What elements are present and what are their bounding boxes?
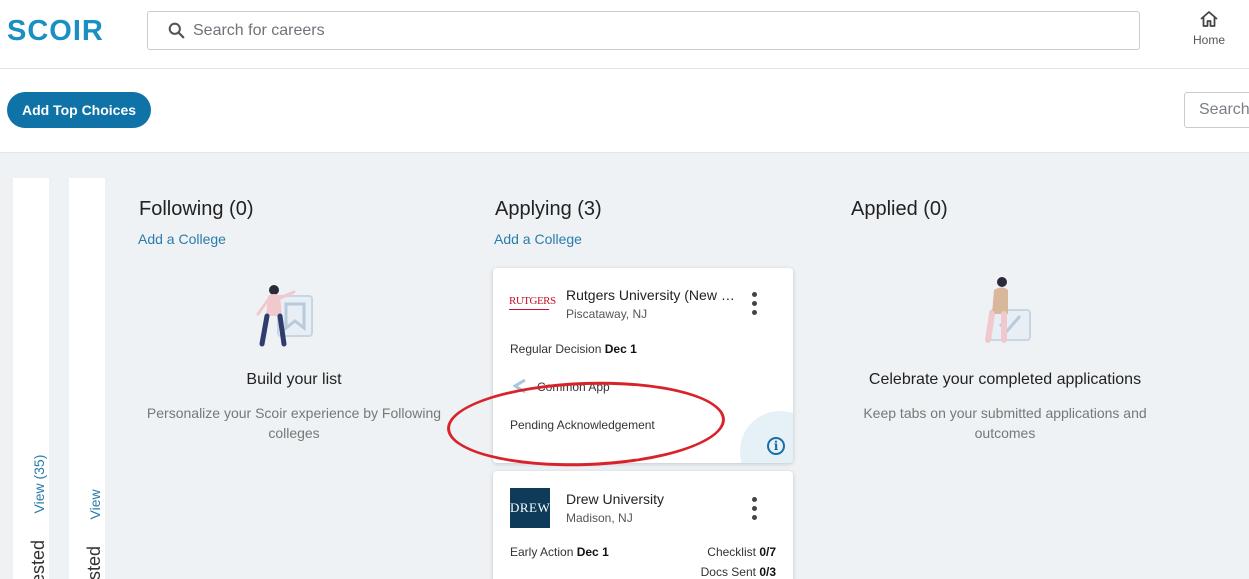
add-top-choices-button[interactable]: Add Top Choices	[7, 92, 151, 128]
side-tab-interested[interactable]: erested View (35)	[13, 178, 49, 579]
side-tab-label: gested	[84, 545, 104, 579]
following-empty-title: Build your list	[246, 371, 342, 388]
docs-label: Docs Sent	[700, 565, 756, 579]
checklist-progress: Checklist 0/7	[707, 545, 776, 559]
more-options-icon[interactable]	[749, 497, 759, 525]
scoir-logo[interactable]: SCOIR	[7, 15, 104, 48]
college-location: Piscataway, NJ	[566, 307, 648, 321]
celebrate-illustration	[985, 277, 1031, 343]
rutgers-logo-text: RUTGERS	[509, 295, 556, 307]
logo-rule	[509, 309, 549, 310]
college-card-drew[interactable]: DREW Drew University Madison, NJ Early A…	[493, 471, 793, 579]
action-row: Add Top Choices	[0, 69, 1249, 153]
decision-type: Early Action	[510, 545, 574, 559]
decision-deadline: Early Action Dec 1	[510, 545, 609, 559]
applied-title: Applied (0)	[851, 198, 948, 220]
search-icon	[168, 22, 185, 39]
home-nav[interactable]: Home	[1183, 10, 1235, 47]
college-name[interactable]: Drew University	[566, 491, 741, 507]
info-icon[interactable]: i	[767, 437, 785, 455]
applied-empty-title: Celebrate your completed applications	[868, 371, 1142, 388]
more-options-icon[interactable]	[749, 292, 759, 320]
side-tab-view-link[interactable]: View (35)	[31, 455, 47, 514]
following-title: Following (0)	[139, 198, 254, 220]
checklist-label: Checklist	[707, 545, 756, 559]
career-search[interactable]	[147, 11, 1140, 50]
info-corner-bg	[740, 411, 793, 463]
applying-add-college-link[interactable]: Add a College	[494, 231, 582, 247]
following-add-college-link[interactable]: Add a College	[138, 231, 226, 247]
applied-empty-desc: Keep tabs on your submitted applications…	[863, 405, 1147, 441]
decision-type: Regular Decision	[510, 342, 602, 356]
college-location: Madison, NJ	[566, 511, 633, 525]
build-list-illustration	[256, 285, 313, 347]
top-bar: SCOIR Home	[0, 0, 1249, 69]
docs-sent-progress: Docs Sent 0/3	[701, 565, 776, 579]
applying-title: Applying (3)	[495, 198, 602, 220]
docs-value: 0/3	[759, 565, 776, 579]
decision-deadline: Regular Decision Dec 1	[510, 342, 637, 356]
side-tab-view-link[interactable]: View	[87, 489, 103, 519]
home-icon	[1200, 11, 1218, 27]
side-tab-label: erested	[28, 539, 48, 579]
side-tab-suggested[interactable]: gested View	[69, 178, 105, 579]
checklist-value: 0/7	[759, 545, 776, 559]
decision-date: Dec 1	[604, 342, 637, 356]
list-search-input[interactable]	[1199, 101, 1249, 119]
college-name[interactable]: Rutgers University (New Brunswick)	[566, 287, 741, 303]
rutgers-logo: RUTGERS	[509, 295, 556, 312]
following-empty-desc: Personalize your Scoir experience by Fol…	[146, 405, 442, 441]
list-search[interactable]	[1184, 92, 1249, 128]
drew-logo: DREW	[510, 488, 550, 528]
home-label: Home	[1192, 33, 1225, 47]
career-search-input[interactable]	[193, 20, 1093, 42]
decision-date: Dec 1	[576, 545, 609, 559]
